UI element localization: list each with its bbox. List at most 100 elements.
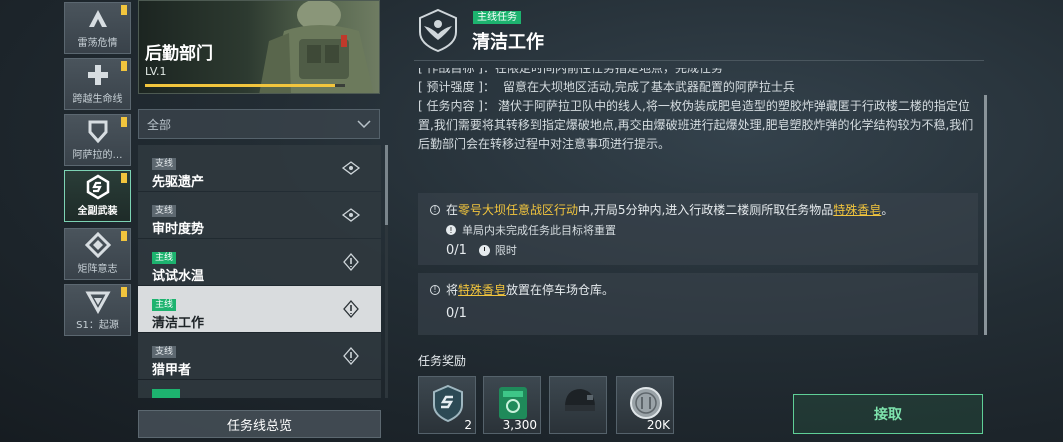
objective-2-count: 0/1 (446, 306, 467, 321)
clock-icon (478, 244, 490, 256)
objective-1: ! 在 零号大坝任意战区行动 中,开局5分钟内,进入行政楼二楼厕所取任务物品 特… (418, 193, 978, 265)
department-name: 后勤部门 (145, 44, 213, 64)
quest-tag: 支线 (152, 158, 177, 170)
faction-tab-0[interactable]: 雷荡危情 (64, 2, 131, 54)
eye-scan-icon (341, 161, 361, 175)
target-icon (343, 347, 359, 365)
objective-1-text: ! 在 零号大坝任意战区行动 中,开局5分钟内,进入行政楼二楼厕所取任务物品 特… (430, 201, 966, 218)
target-icon (343, 300, 359, 318)
reward-item-1[interactable]: 3,300 (483, 376, 541, 434)
objective-2-progress: 0/1 (446, 306, 966, 321)
item-link-special-soap[interactable]: 特殊香皂 (833, 201, 881, 218)
accept-quest-button[interactable]: 接取 (793, 394, 983, 434)
warning-a-icon (88, 10, 107, 27)
quest-tag: 主线 (152, 299, 177, 311)
quest-tag: 支线 (152, 346, 177, 358)
faction-label: S1：起源 (76, 320, 119, 331)
objective-1-zone: 零号大坝任意战区行动 (458, 203, 579, 217)
faction-label: 矩阵意志 (77, 264, 118, 275)
objective-2-pre: 将 (446, 283, 459, 297)
objective-1-mid: 中,开局5分钟内,进入行政楼二楼厕所取任务物品 (578, 203, 834, 217)
reward-item-2[interactable] (549, 376, 607, 434)
strength-key: [ 预计强度 ]： (418, 80, 495, 94)
reward-item-0[interactable]: 2 (418, 376, 476, 434)
new-flag (121, 287, 127, 297)
silver-coin-icon (630, 387, 662, 419)
quest-item-0[interactable]: 支线 先驱遗产 (138, 145, 381, 191)
quest-tag (152, 389, 180, 398)
quest-tag: 支线 (152, 205, 177, 217)
faction-label: 雷荡危情 (77, 38, 118, 49)
quest-tag: 主线 (152, 252, 177, 264)
content-key: [ 任务内容 ]： (418, 99, 495, 113)
quest-list-scroll-thumb[interactable] (385, 145, 388, 225)
shield-v-icon (88, 120, 107, 144)
quest-item-4[interactable]: 支线 猎甲者 (138, 333, 381, 379)
target-icon (343, 253, 359, 271)
quest-type-badge: 主线任务 (473, 11, 521, 24)
new-flag (121, 5, 127, 15)
quest-title: 清洁工作 (472, 32, 544, 53)
item-link-special-soap[interactable]: 特殊香皂 (458, 281, 506, 298)
soldier-portrait (259, 1, 374, 93)
description-scrollbar[interactable] (984, 95, 987, 335)
faction-column: 雷荡危情 跨越生命线 阿萨拉的… 全副武装 矩阵意志 S1：起源 (64, 0, 131, 442)
department-progress-bar (145, 84, 345, 87)
info-icon: ! (430, 284, 440, 295)
questline-overview-button[interactable]: 任务线总览 (138, 410, 381, 438)
reward-item-3[interactable]: 20K (616, 376, 674, 434)
new-flag (121, 173, 127, 183)
helmet-icon (565, 389, 595, 411)
quest-description: [ 作战目标 ]：在限定时间内前往任务指定地点，完成任务 [ 预计强度 ]： 留… (418, 68, 978, 154)
cross-icon (87, 65, 108, 85)
reward-count: 3,300 (502, 418, 537, 432)
objective-1-count: 0/1 (446, 242, 467, 258)
filter-value: 全部 (147, 117, 172, 132)
objective-2-text: ! 将 特殊香皂 放置在停车场仓库。 (430, 281, 966, 298)
faction-tab-2[interactable]: 阿萨拉的… (64, 114, 131, 166)
new-flag (121, 231, 127, 241)
divider (414, 60, 984, 61)
new-flag (121, 117, 127, 127)
objective-1-post: 。 (881, 203, 894, 217)
warning-icon: ! (446, 225, 456, 235)
diamond-icon (84, 232, 111, 258)
objective-1-pre: 在 (446, 203, 459, 217)
faction-label: 跨越生命线 (72, 94, 123, 105)
department-level: LV.1 (145, 65, 167, 78)
time-limit-label: 限时 (494, 244, 517, 257)
chevron-down-icon (357, 120, 371, 128)
strength-value: 留意在大坝地区活动,完成了基本武器配置的阿萨拉士兵 (503, 80, 795, 94)
description-cut-line: [ 作战目标 ]：在限定时间内前往任务指定地点，完成任务 (418, 68, 723, 75)
hex-s-shield-icon (433, 384, 463, 423)
info-icon: ! (430, 204, 440, 215)
department-banner[interactable]: 后勤部门 LV.1 (138, 0, 380, 94)
new-flag (121, 61, 127, 71)
content-value: 潜伏于阿萨拉卫队中的线人,将一枚伪装成肥皂造型的塑胶炸弹藏匿于行政楼二楼的指定位… (418, 99, 974, 151)
green-cash-icon (499, 387, 527, 419)
reward-count: 2 (464, 418, 472, 432)
quest-filter-dropdown[interactable]: 全部 (138, 109, 380, 139)
faction-label: 全副武装 (77, 206, 118, 217)
faction-tab-4[interactable]: 矩阵意志 (64, 228, 131, 280)
quest-item-2[interactable]: 主线 试试水温 (138, 239, 381, 285)
eye-scan-icon (341, 208, 361, 222)
quest-emblem-icon (419, 8, 457, 53)
faction-tab-3[interactable]: 全副武装 (64, 170, 131, 222)
quest-item-3[interactable]: 主线 清洁工作 (138, 286, 381, 332)
objective-2-post: 放置在停车场仓库。 (506, 283, 615, 297)
reset-note-text: 单局内未完成任务此目标将重置 (462, 224, 616, 237)
rewards-title: 任务奖励 (418, 354, 467, 368)
faction-tab-1[interactable]: 跨越生命线 (64, 58, 131, 110)
quest-item-5[interactable] (138, 380, 381, 398)
triangle-v-icon (84, 291, 111, 314)
objective-2: ! 将 特殊香皂 放置在停车场仓库。 0/1 (418, 273, 978, 335)
quest-item-1[interactable]: 支线 审时度势 (138, 192, 381, 238)
reward-count: 20K (646, 418, 670, 432)
hex-s-icon (86, 174, 109, 200)
reset-note: ! 单局内未完成任务此目标将重置 (446, 222, 966, 238)
quest-list[interactable]: 支线 先驱遗产 支线 审时度势 主线 试试水温 主线 清洁工作 支线 猎甲者 (138, 145, 381, 398)
department-progress-fill (145, 84, 335, 87)
faction-label: 阿萨拉的… (72, 150, 123, 161)
faction-tab-5[interactable]: S1：起源 (64, 284, 131, 336)
